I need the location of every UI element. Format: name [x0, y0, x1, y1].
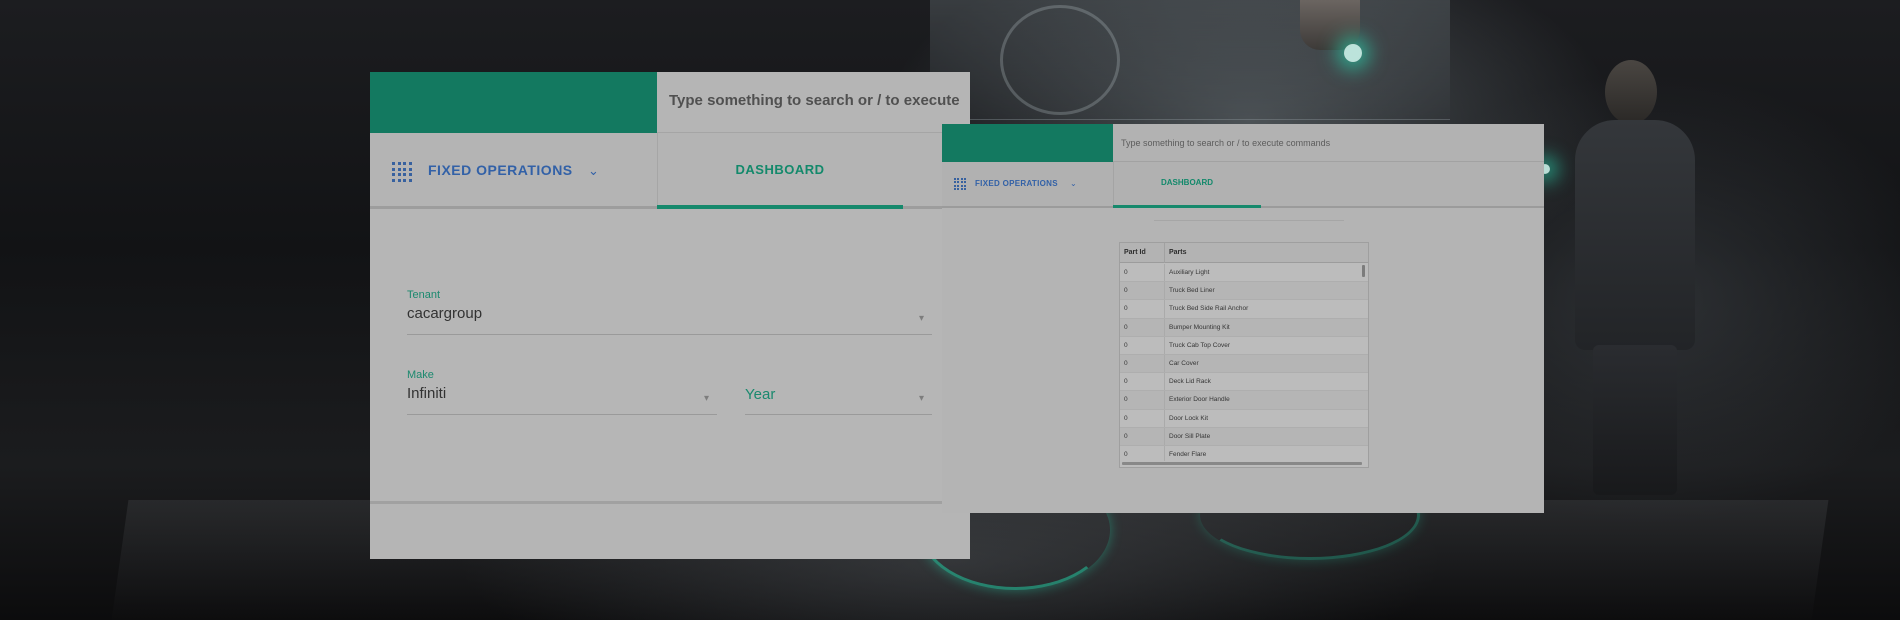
- table-row[interactable]: 0 Exterior Door Handle: [1120, 391, 1368, 410]
- global-search[interactable]: Type something to search or / to execute…: [1113, 124, 1544, 162]
- divider: [1154, 220, 1344, 221]
- cell-part-id: 0: [1124, 359, 1128, 367]
- table-row[interactable]: 0 Auxiliary Light: [1120, 264, 1368, 283]
- person-head: [1605, 60, 1657, 124]
- column-header-part-id[interactable]: Part Id: [1124, 249, 1146, 256]
- cell-part-name: Auxiliary Light: [1169, 269, 1210, 276]
- brand-bar: [942, 124, 1113, 162]
- tenant-value[interactable]: cacargroup: [407, 305, 932, 322]
- background-person-figure: [1575, 60, 1695, 500]
- cell-part-id: 0: [1124, 414, 1128, 422]
- cell-part-name: Car Cover: [1169, 359, 1199, 367]
- cell-part-id: 0: [1124, 323, 1128, 331]
- table-header: Part Id Parts: [1120, 243, 1368, 263]
- parts-table: Part Id Parts 0 Auxiliary Light 0 Truck Bed…: [1119, 242, 1369, 468]
- global-search[interactable]: Type something to search or / to execute: [657, 72, 970, 133]
- module-selector-label[interactable]: FIXED OPERATIONS: [428, 162, 573, 178]
- cell-part-id: 0: [1124, 432, 1128, 440]
- horizontal-scrollbar[interactable]: [1122, 462, 1362, 465]
- cell-part-name: Exterior Door Handle: [1169, 396, 1230, 404]
- table-row[interactable]: 0 Door Sill Plate: [1120, 427, 1368, 446]
- table-row[interactable]: 0 Truck Bed Side Rail Anchor: [1120, 300, 1368, 319]
- tab-dashboard[interactable]: DASHBOARD: [657, 133, 903, 209]
- cell-part-name: Truck Bed Side Rail Anchor: [1169, 305, 1249, 313]
- main-app-window: Type something to search or / to execute…: [370, 72, 970, 559]
- table-row[interactable]: 0 Bumper Mounting Kit: [1120, 318, 1368, 337]
- make-label: Make: [407, 369, 434, 381]
- cell-part-name: Bumper Mounting Kit: [1169, 323, 1230, 331]
- cell-part-name: Door Lock Kit: [1169, 414, 1209, 422]
- table-row[interactable]: 0 Truck Cab Top Cover: [1120, 336, 1368, 355]
- year-placeholder[interactable]: Year: [745, 386, 932, 403]
- make-select[interactable]: Make Infiniti ▾: [407, 369, 717, 415]
- chevron-down-icon[interactable]: ⌄: [588, 163, 599, 179]
- table-row[interactable]: 0 Car Cover: [1120, 354, 1368, 374]
- cell-part-name: Fender Flare: [1169, 450, 1207, 458]
- table-row[interactable]: 0 Fender Flare: [1120, 445, 1368, 461]
- dashboard-filter-form: Tenant cacargroup ▾ Make Infiniti ▾ Year…: [370, 209, 970, 501]
- column-header-parts[interactable]: Parts: [1169, 249, 1187, 256]
- cell-part-id: 0: [1124, 396, 1128, 404]
- table-row[interactable]: 0 Truck Bed Liner: [1120, 282, 1368, 301]
- cell-part-name: Truck Cab Top Cover: [1169, 341, 1231, 349]
- apps-grid-icon[interactable]: [954, 178, 966, 190]
- background-glow-orb: [1344, 44, 1362, 62]
- make-value[interactable]: Infiniti: [407, 385, 717, 402]
- brand-bar: [370, 72, 657, 133]
- year-select[interactable]: Year ▾: [745, 369, 932, 415]
- person-torso: [1575, 120, 1695, 350]
- cell-part-id: 0: [1124, 450, 1128, 458]
- chevron-down-icon[interactable]: ⌄: [1070, 179, 1077, 188]
- cell-part-id: 0: [1124, 341, 1128, 349]
- field-underline: [407, 414, 717, 415]
- navigation-row: FIXED OPERATIONS ⌄ DASHBOARD: [942, 162, 1544, 208]
- dropdown-caret-icon[interactable]: ▾: [704, 393, 709, 404]
- dropdown-caret-icon[interactable]: ▾: [919, 313, 924, 324]
- search-input[interactable]: Type something to search or / to execute: [669, 92, 960, 109]
- tenant-label: Tenant: [407, 289, 441, 301]
- module-selector-label[interactable]: FIXED OPERATIONS: [975, 179, 1058, 188]
- apps-grid-icon[interactable]: [392, 162, 412, 182]
- person-legs: [1593, 345, 1677, 495]
- background-video-call-thumbnail: [1300, 0, 1360, 50]
- navigation-row: FIXED OPERATIONS ⌄ DASHBOARD: [370, 133, 970, 209]
- cell-part-name: Deck Lid Rack: [1169, 378, 1211, 386]
- field-underline: [745, 414, 932, 415]
- dropdown-caret-icon[interactable]: ▾: [919, 393, 924, 404]
- vertical-scrollbar[interactable]: [1362, 265, 1365, 277]
- background-holo-ring: [1000, 5, 1120, 115]
- table-row[interactable]: 0 Deck Lid Rack: [1120, 373, 1368, 392]
- cell-part-name: Door Sill Plate: [1169, 432, 1211, 440]
- table-body: 0 Auxiliary Light 0 Truck Bed Liner 0 Truck B…: [1120, 264, 1368, 461]
- window-footer: [370, 501, 970, 559]
- tab-dashboard[interactable]: DASHBOARD: [1113, 162, 1261, 208]
- tenant-select[interactable]: Tenant cacargroup ▾: [407, 289, 932, 335]
- dashboard-content: Part Id Parts 0 Auxiliary Light 0 Truck Bed…: [942, 208, 1544, 513]
- cell-part-id: 0: [1124, 378, 1128, 386]
- cell-part-id: 0: [1124, 305, 1128, 313]
- search-input[interactable]: Type something to search or / to execute…: [1121, 138, 1330, 148]
- cell-part-name: Truck Bed Liner: [1169, 287, 1215, 295]
- table-row[interactable]: 0 Door Lock Kit: [1120, 409, 1368, 428]
- cell-part-id: 0: [1124, 287, 1128, 295]
- cell-part-id: 0: [1124, 269, 1128, 276]
- secondary-app-window: Type something to search or / to execute…: [942, 124, 1544, 513]
- field-underline: [407, 334, 932, 335]
